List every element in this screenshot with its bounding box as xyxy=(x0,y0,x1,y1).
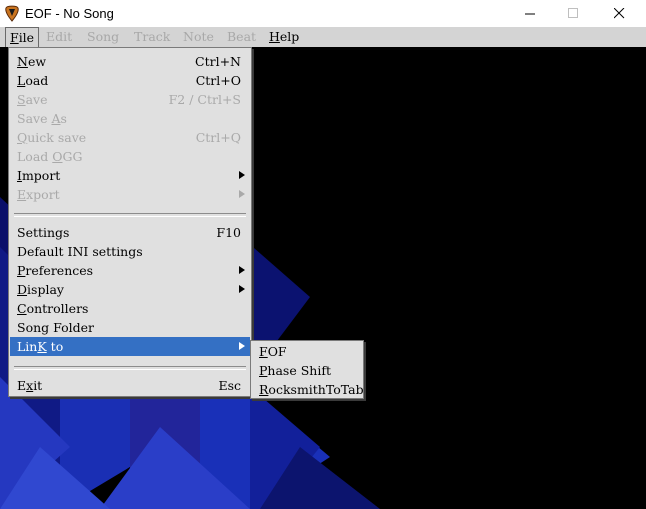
menu-edit[interactable]: Edit xyxy=(46,29,72,44)
shortcut-label: Ctrl+O xyxy=(195,73,241,88)
close-button[interactable] xyxy=(597,0,643,27)
label-mnemonic: Q xyxy=(17,130,28,145)
menu-separator xyxy=(14,213,246,217)
menu-item-quick-save[interactable]: Quick save Ctrl+Q xyxy=(10,128,250,147)
label-mnemonic: O xyxy=(52,149,63,164)
label-post: s xyxy=(60,111,67,126)
menu-item-link-to[interactable]: LinK to xyxy=(10,337,250,356)
menu-file[interactable]: File xyxy=(5,27,40,47)
title-bar: EOF - No Song xyxy=(0,0,646,28)
label-mnemonic: F xyxy=(259,344,268,359)
submenu-item-fof[interactable]: FOF xyxy=(252,342,362,361)
label: Default INI settings xyxy=(17,244,143,259)
shortcut-label: Ctrl+Q xyxy=(195,130,241,145)
menu-item-import[interactable]: Import xyxy=(10,166,250,185)
menu-item-song-folder[interactable]: Song Folder xyxy=(10,318,250,337)
menu-item-save-as[interactable]: Save As xyxy=(10,109,250,128)
label-post: xport xyxy=(26,187,60,202)
label-post: oad xyxy=(25,73,49,88)
menu-help-mnemonic: H xyxy=(269,29,280,44)
menu-beat[interactable]: Beat xyxy=(227,29,256,44)
label-post: uick save xyxy=(27,130,87,145)
submenu-arrow-icon xyxy=(239,190,245,198)
submenu-arrow-icon xyxy=(239,266,245,274)
menu-song[interactable]: Song xyxy=(87,29,119,44)
menu-separator xyxy=(14,366,246,370)
menu-help[interactable]: Help xyxy=(269,29,299,44)
shortcut-label: Ctrl+N xyxy=(195,54,241,69)
label-mnemonic: S xyxy=(17,92,26,107)
menu-item-load[interactable]: Load Ctrl+O xyxy=(10,71,250,90)
label-post: ocksmithToTab xyxy=(268,382,364,397)
label-post: ontrollers xyxy=(26,301,89,316)
shortcut-label: Esc xyxy=(218,378,241,393)
menu-item-settings[interactable]: Settings F10 xyxy=(10,223,250,242)
menu-item-default-ini-settings[interactable]: Default INI settings xyxy=(10,242,250,261)
menu-file-mnemonic: F xyxy=(10,30,19,45)
label: Song Folder xyxy=(17,320,95,335)
menu-item-export[interactable]: Export xyxy=(10,185,250,204)
label-mnemonic: D xyxy=(17,282,28,297)
menu-item-preferences[interactable]: Preferences xyxy=(10,261,250,280)
label-mnemonic: E xyxy=(17,187,27,202)
label-post: OF xyxy=(267,344,287,359)
label-mnemonic: N xyxy=(17,54,28,69)
link-to-submenu: FOF Phase Shift RocksmithToTab xyxy=(250,340,364,399)
label-pre: Save xyxy=(17,111,52,126)
submenu-arrow-icon xyxy=(239,342,245,350)
label-mnemonic: K xyxy=(37,339,47,354)
maximize-button xyxy=(551,0,597,27)
label-pre: Lin xyxy=(17,339,38,354)
label: Settings xyxy=(17,225,70,240)
shortcut-label: F10 xyxy=(216,225,241,240)
menu-item-exit[interactable]: Exit Esc xyxy=(10,376,250,395)
label-post: to xyxy=(46,339,64,354)
label-post: ave xyxy=(25,92,48,107)
menu-item-new[interactable]: New Ctrl+N xyxy=(10,52,250,71)
label-pre: E xyxy=(17,378,27,393)
menu-item-load-ogg[interactable]: Load OGG xyxy=(10,147,250,166)
label-post: mport xyxy=(21,168,61,183)
submenu-arrow-icon xyxy=(239,171,245,179)
label-post: ew xyxy=(27,54,47,69)
close-icon xyxy=(614,8,625,19)
menu-item-display[interactable]: Display xyxy=(10,280,250,299)
maximize-icon xyxy=(568,8,578,18)
menu-note[interactable]: Note xyxy=(183,29,214,44)
menu-item-save[interactable]: Save F2 / Ctrl+S xyxy=(10,90,250,109)
label-post: it xyxy=(33,378,43,393)
file-menu: New Ctrl+N Load Ctrl+O Save F2 / Ctrl+S … xyxy=(8,47,252,397)
label-post: GG xyxy=(62,149,83,164)
label-mnemonic: C xyxy=(17,301,27,316)
minimize-icon xyxy=(525,13,535,15)
window-title: EOF - No Song xyxy=(25,6,114,21)
menu-bar: File Edit Song Track Note Beat Help xyxy=(0,27,646,47)
shortcut-label: F2 / Ctrl+S xyxy=(168,92,241,107)
menu-track[interactable]: Track xyxy=(134,29,170,44)
label-mnemonic: R xyxy=(259,382,269,397)
submenu-item-rocksmithtotab[interactable]: RocksmithToTab xyxy=(252,380,364,399)
label-pre: Load xyxy=(17,149,53,164)
menu-file-label: ile xyxy=(18,30,35,45)
label-post: references xyxy=(25,263,94,278)
menu-item-controllers[interactable]: Controllers xyxy=(10,299,250,318)
minimize-button[interactable] xyxy=(508,0,554,27)
menu-help-label: elp xyxy=(279,29,300,44)
guitar-pick-app-icon xyxy=(5,5,19,22)
submenu-arrow-icon xyxy=(239,285,245,293)
label-post: hase Shift xyxy=(267,363,331,378)
label-post: isplay xyxy=(27,282,64,297)
submenu-item-phase-shift[interactable]: Phase Shift xyxy=(252,361,362,380)
